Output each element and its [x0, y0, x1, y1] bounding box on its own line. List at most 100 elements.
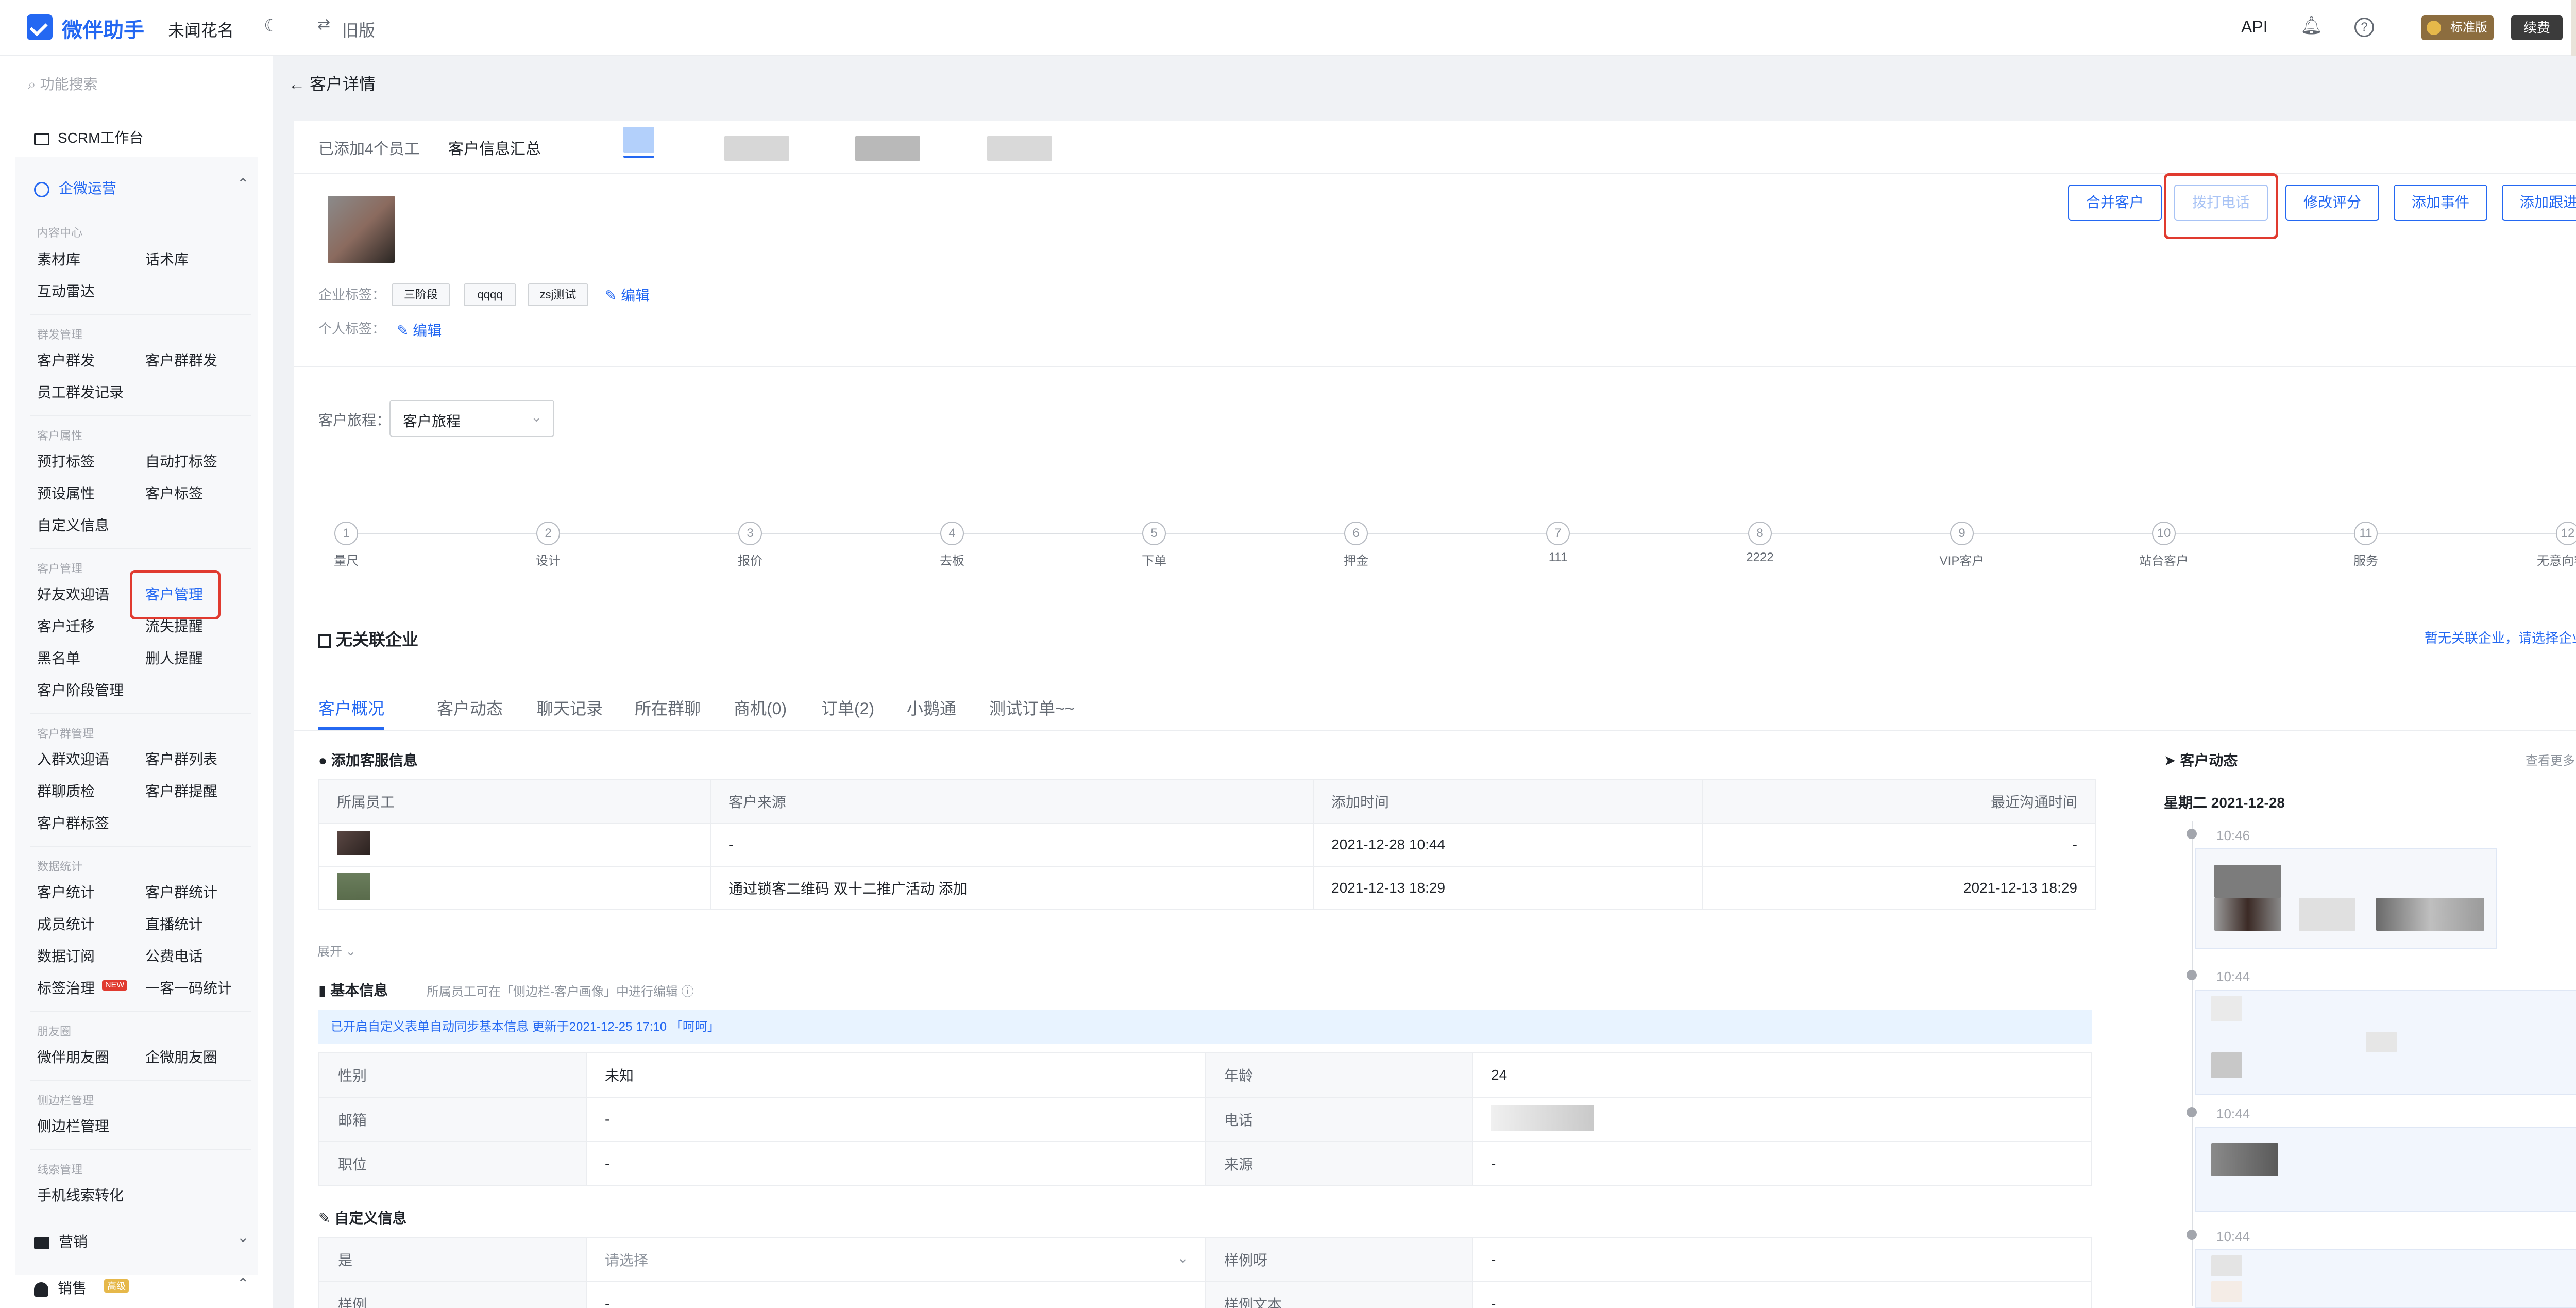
sidebar-item-code-stats[interactable]: 一客一码统计 [145, 977, 232, 998]
sidebar-category: 客户管理 [37, 562, 83, 575]
journey-step-circle[interactable]: 2 [536, 522, 560, 545]
sidebar-section-sales[interactable]: 销售 [34, 1277, 87, 1298]
tab-info-summary[interactable]: 客户信息汇总 [448, 136, 541, 159]
page-title[interactable]: ← 客户详情 [289, 71, 376, 95]
sidebar-item-group-qc[interactable]: 群聊质检 [37, 780, 95, 801]
timeline-more-link[interactable]: 查看更多 > [2526, 750, 2576, 768]
content-tab[interactable]: 订单(2) [821, 696, 874, 719]
chevron-up-icon[interactable]: ⌃ [237, 175, 249, 192]
old-version-link[interactable]: 旧版 [342, 18, 375, 41]
content-tab[interactable]: 聊天记录 [537, 696, 603, 719]
app-name: 微伴助手 [62, 19, 144, 42]
sidebar-item-weiban-moments[interactable]: 微伴朋友圈 [37, 1046, 109, 1067]
sidebar-item-welcome[interactable]: 好友欢迎语 [37, 583, 109, 604]
theme-moon-icon[interactable]: ☾ [264, 15, 279, 36]
sidebar-item-preset-attr[interactable]: 预设属性 [37, 482, 95, 503]
merge-customer-button[interactable]: 合并客户 [2068, 185, 2162, 221]
content-tab[interactable]: 客户动态 [437, 696, 503, 719]
sidebar-item-group-stats[interactable]: 客户群统计 [145, 881, 217, 902]
sidebar-item-group-tag[interactable]: 客户群标签 [37, 812, 109, 833]
blurred-image [2211, 1281, 2242, 1302]
content-tab[interactable]: 小鹅通 [907, 696, 956, 719]
back-arrow-icon[interactable]: ← [289, 75, 305, 93]
switch-icon[interactable]: ⇄ [317, 15, 330, 33]
journey-step-circle[interactable]: 12 [2556, 522, 2576, 545]
journey-step-circle[interactable]: 4 [940, 522, 964, 545]
content-tab[interactable]: 测试订单~~ [989, 696, 1074, 719]
sidebar-item-custom-info[interactable]: 自定义信息 [37, 514, 109, 535]
sidebar-item-public-phone[interactable]: 公费电话 [145, 945, 203, 966]
journey-step-circle[interactable]: 8 [1748, 522, 1772, 545]
journey-step-circle[interactable]: 5 [1142, 522, 1166, 545]
edit-enterprise-tags-link[interactable]: ✎ 编辑 [605, 284, 650, 305]
sidebar-item-workbench[interactable]: SCRM工作台 [34, 127, 143, 147]
sidebar-item-blacklist[interactable]: 黑名单 [37, 647, 80, 668]
journey-step-circle[interactable]: 7 [1546, 522, 1570, 545]
sidebar-item-scripts[interactable]: 话术库 [145, 248, 189, 269]
timeline-card[interactable] [2195, 1127, 2576, 1212]
chevron-down-icon[interactable]: ⌄ [237, 1229, 249, 1246]
sidebar-section-ops[interactable]: 企微运营 [34, 177, 116, 198]
custom-select-field[interactable]: 请选择 ⌄ [586, 1237, 1206, 1282]
sidebar-item-data-subscribe[interactable]: 数据订阅 [37, 945, 95, 966]
sidebar-item-radar[interactable]: 互动雷达 [37, 280, 95, 301]
sidebar-item-member-stats[interactable]: 成员统计 [37, 913, 95, 934]
chevron-up-icon[interactable]: ⌃ [237, 1275, 249, 1292]
add-event-button[interactable]: 添加事件 [2394, 185, 2487, 221]
sidebar-item-delete-alert[interactable]: 删人提醒 [145, 647, 203, 668]
sidebar-section-marketing[interactable]: 营销 [34, 1231, 88, 1251]
sidebar-item-customer-stats[interactable]: 客户统计 [37, 881, 95, 902]
sidebar-category: 客户群管理 [37, 727, 94, 740]
staff-tab-avatar[interactable] [855, 136, 920, 161]
edit-score-button[interactable]: 修改评分 [2285, 185, 2379, 221]
add-followup-button[interactable]: 添加跟进 [2502, 185, 2576, 221]
journey-select[interactable]: 客户旅程 ⌄ [389, 400, 554, 437]
sidebar-item-group-mass[interactable]: 客户群群发 [145, 349, 217, 370]
content-tab[interactable]: 客户概况 [318, 696, 384, 719]
sidebar-item-pre-tag[interactable]: 预打标签 [37, 450, 95, 471]
sidebar-item-migrate[interactable]: 客户迁移 [37, 615, 95, 636]
sidebar-item-group-list[interactable]: 客户群列表 [145, 748, 217, 769]
edit-personal-tags-link[interactable]: ✎ 编辑 [397, 320, 442, 340]
field-value: - [586, 1141, 1206, 1186]
org-name[interactable]: 未闻花名 [168, 18, 234, 41]
api-link[interactable]: API [2241, 18, 2268, 37]
sidebar-item-staff-mass-log[interactable]: 员工群发记录 [37, 381, 124, 402]
sidebar-item-customer-mass[interactable]: 客户群发 [37, 349, 95, 370]
journey-step-circle[interactable]: 10 [2152, 522, 2176, 545]
sidebar-item-live-stats[interactable]: 直播统计 [145, 913, 203, 934]
sidebar-search[interactable]: ⌕ 功能搜索 [28, 73, 97, 94]
journey-step-circle[interactable]: 1 [334, 522, 358, 545]
sidebar-item-auto-tag[interactable]: 自动打标签 [145, 450, 217, 471]
bell-icon[interactable]: 🔔︎ [2300, 15, 2323, 36]
sidebar-item-customer-tag[interactable]: 客户标签 [145, 482, 203, 503]
sidebar-item-material[interactable]: 素材库 [37, 248, 80, 269]
timeline-card[interactable] [2195, 990, 2576, 1095]
sidebar-item-lead-conversion[interactable]: 手机线索转化 [37, 1184, 124, 1205]
sidebar-item-churn-alert[interactable]: 流失提醒 [145, 615, 203, 636]
staff-tab-avatar[interactable] [623, 127, 654, 153]
tab-staff-added[interactable]: 已添加4个员工 [318, 136, 420, 159]
content-tab[interactable]: 商机(0) [734, 696, 787, 719]
journey-step-circle[interactable]: 3 [738, 522, 762, 545]
renew-button[interactable]: 续费 [2511, 15, 2563, 40]
help-icon[interactable]: ? [2354, 18, 2374, 37]
sidebar-item-wework-moments[interactable]: 企微朋友圈 [145, 1046, 217, 1067]
sidebar-item-group-welcome[interactable]: 入群欢迎语 [37, 748, 109, 769]
content-tab[interactable]: 所在群聊 [635, 696, 701, 719]
expand-link[interactable]: 展开 ⌄ [317, 941, 356, 959]
journey-step-circle[interactable]: 11 [2354, 522, 2378, 545]
sidebar-item-tag-governance[interactable]: 标签治理 [37, 977, 95, 998]
select-enterprise-link[interactable]: 暂无关联企业，请选择企业> [2425, 628, 2576, 647]
sidebar-item-group-alert[interactable]: 客户群提醒 [145, 780, 217, 801]
timeline-card[interactable] [2195, 848, 2497, 949]
edition-badge[interactable]: 标准版 [2421, 15, 2494, 40]
journey-step-circle[interactable]: 6 [1344, 522, 1368, 545]
staff-tab-avatar[interactable] [724, 136, 789, 161]
staff-tab-avatar[interactable] [987, 136, 1052, 161]
sidebar-item-sidebar-management[interactable]: 侧边栏管理 [37, 1115, 109, 1136]
timeline-card[interactable] [2195, 1249, 2576, 1308]
sidebar-item-stage-management[interactable]: 客户阶段管理 [37, 679, 124, 700]
user-avatar[interactable] [2571, 0, 2576, 56]
journey-step-circle[interactable]: 9 [1950, 522, 1974, 545]
